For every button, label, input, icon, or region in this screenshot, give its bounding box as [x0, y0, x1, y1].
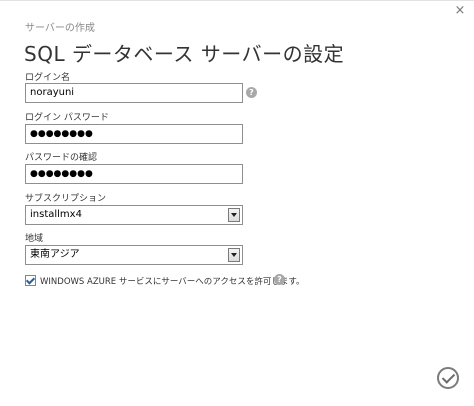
help-icon[interactable]: ?: [274, 274, 285, 285]
azure-access-checkbox[interactable]: [25, 275, 36, 286]
subscription-label: サブスクリプション: [25, 194, 107, 204]
create-server-dialog: × サーバーの作成 SQL データベース サーバーの設定 ログイン名 noray…: [0, 0, 474, 406]
dialog-subtitle: サーバーの作成: [25, 23, 95, 34]
region-select[interactable]: 東南アジア: [25, 245, 243, 265]
chevron-down-icon[interactable]: [228, 208, 240, 222]
subscription-select[interactable]: installmx4: [25, 205, 243, 225]
azure-access-label: WINDOWS AZURE サービスにサーバーへのアクセスを許可します。: [40, 277, 305, 287]
confirm-password-input[interactable]: ●●●●●●●●: [25, 164, 243, 184]
login-name-input[interactable]: norayuni: [25, 83, 243, 103]
region-label: 地域: [25, 234, 44, 244]
dialog-title: SQL データベース サーバーの設定: [24, 42, 345, 66]
complete-button[interactable]: [437, 367, 459, 389]
close-icon[interactable]: ×: [452, 3, 468, 19]
chevron-down-icon[interactable]: [228, 248, 240, 262]
login-password-input[interactable]: ●●●●●●●●: [25, 124, 243, 144]
subscription-value: installmx4: [30, 209, 82, 220]
login-name-label: ログイン名: [25, 73, 71, 83]
login-password-label: ログイン パスワード: [25, 113, 109, 123]
region-value: 東南アジア: [30, 249, 80, 260]
confirm-password-label: パスワードの確認: [25, 153, 98, 163]
help-icon[interactable]: ?: [246, 87, 257, 98]
